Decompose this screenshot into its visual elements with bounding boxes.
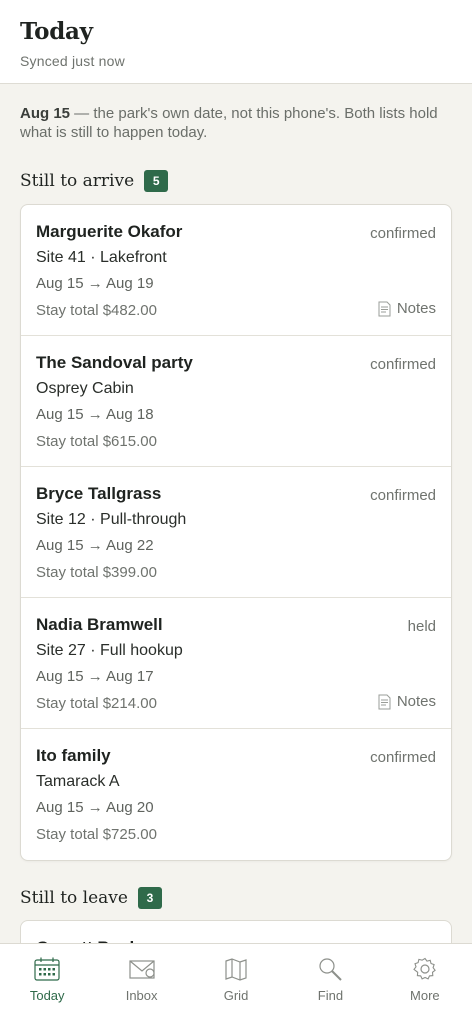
departures-count-badge: 3 <box>137 887 162 909</box>
list-item[interactable]: Nadia Bramwell held Site 27 · Full hooku… <box>21 598 451 729</box>
notes-label: Notes <box>396 693 436 710</box>
tab-label: Grid <box>223 988 249 1003</box>
stay-dates: Aug 15 → Aug 17 <box>36 668 154 685</box>
arrivals-heading: Still to arrive 5 <box>20 169 169 193</box>
note-icon <box>378 301 391 316</box>
tab-find[interactable]: Find <box>283 944 377 1021</box>
site-label: Site 27 · Full hookup <box>36 642 183 659</box>
site-label: Site 12 · Pull-through <box>36 511 187 528</box>
park-date: Aug 15 <box>20 105 71 122</box>
stay-total: Stay total $482.00 <box>36 302 157 319</box>
status-badge: confirmed <box>370 225 436 242</box>
stay-dates: Aug 15 → Aug 18 <box>36 406 154 423</box>
tab-more[interactable]: More <box>378 944 472 1021</box>
departures-heading: Still to leave 3 <box>20 886 162 910</box>
status-badge: confirmed <box>370 749 436 766</box>
tab-label: Today <box>29 988 65 1003</box>
list-item[interactable]: Bryce Tallgrass confirmed Site 12 · Pull… <box>21 467 451 598</box>
notes-indicator[interactable]: Notes <box>378 693 436 710</box>
tab-label: Find <box>317 988 344 1003</box>
status-badge: held <box>407 618 436 635</box>
bottom-tab-bar: Today Inbox Grid Find More <box>0 943 472 1021</box>
tab-grid[interactable]: Grid <box>189 944 283 1021</box>
site-label: Site 41 · Lakefront <box>36 249 167 266</box>
tab-label: More <box>410 988 440 1003</box>
calendar-icon <box>34 957 60 981</box>
search-icon <box>319 958 343 981</box>
map-icon <box>225 958 247 981</box>
stay-dates: Aug 15 → Aug 20 <box>36 799 154 816</box>
date-note-text: — the park's own date, not this phone's.… <box>20 105 438 141</box>
list-item[interactable]: Marguerite Okafor confirmed Site 41 · La… <box>21 205 451 336</box>
date-note: Aug 15 — the park's own date, not this p… <box>20 104 460 142</box>
site-label: Osprey Cabin <box>36 380 134 397</box>
gear-icon <box>413 957 436 980</box>
stay-total: Stay total $725.00 <box>36 826 157 843</box>
stay-dates: Aug 15 → Aug 19 <box>36 275 154 292</box>
arrivals-count-badge: 5 <box>144 170 169 192</box>
stay-total: Stay total $214.00 <box>36 695 157 712</box>
guest-name: Nadia Bramwell <box>36 615 163 634</box>
stay-dates: Aug 15 → Aug 22 <box>36 537 154 554</box>
departures-title: Still to leave <box>20 888 128 908</box>
stay-total: Stay total $615.00 <box>36 433 157 450</box>
note-icon <box>378 694 391 709</box>
arrivals-list: Marguerite Okafor confirmed Site 41 · La… <box>20 204 452 861</box>
notes-indicator[interactable]: Notes <box>378 300 436 317</box>
stay-total: Stay total $399.00 <box>36 564 157 581</box>
tab-inbox[interactable]: Inbox <box>94 944 188 1021</box>
list-item[interactable]: The Sandoval party confirmed Osprey Cabi… <box>21 336 451 467</box>
arrivals-title: Still to arrive <box>20 171 135 191</box>
list-item[interactable]: Ito family confirmed Tamarack A Aug 15 →… <box>21 729 451 860</box>
status-badge: confirmed <box>370 487 436 504</box>
top-header: Today Synced just now <box>0 0 472 84</box>
tab-today[interactable]: Today <box>0 944 94 1021</box>
envelope-icon <box>129 960 155 979</box>
site-label: Tamarack A <box>36 773 120 790</box>
notes-label: Notes <box>396 300 436 317</box>
status-badge: confirmed <box>370 356 436 373</box>
page-title: Today <box>20 18 93 45</box>
sync-status: Synced just now <box>20 53 125 69</box>
tab-label: Inbox <box>125 988 158 1003</box>
